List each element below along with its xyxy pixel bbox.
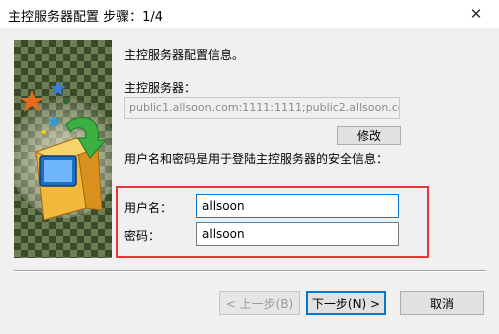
server-address-field: public1.allsoon.com:1111:1111;public2.al… bbox=[124, 97, 400, 119]
password-input[interactable] bbox=[196, 222, 399, 246]
page-heading: 主控服务器配置信息。 bbox=[124, 48, 245, 62]
credentials-description: 用户名和密码是用于登陆主控服务器的安全信息： bbox=[124, 152, 389, 166]
password-label: 密码： bbox=[124, 229, 161, 243]
username-label: 用户名： bbox=[124, 201, 173, 215]
cancel-button[interactable]: 取消 bbox=[400, 291, 484, 315]
close-icon: ✕ bbox=[469, 5, 483, 23]
server-label: 主控服务器： bbox=[124, 81, 197, 95]
title-bar: 主控服务器配置 步骤：1/4 ✕ bbox=[0, 0, 499, 28]
username-input[interactable] bbox=[196, 194, 399, 218]
footer-separator bbox=[14, 270, 486, 272]
wizard-banner-image bbox=[14, 40, 112, 258]
window-title: 主控服务器配置 步骤：1/4 bbox=[8, 10, 164, 25]
modify-button[interactable]: 修改 bbox=[337, 126, 401, 145]
next-button[interactable]: 下一步(N) > bbox=[306, 291, 386, 315]
wizard-dialog: 主控服务器配置 步骤：1/4 ✕ 主控服务器配置信息。 主控服务器： publi… bbox=[0, 0, 499, 334]
back-button[interactable]: < 上一步(B) bbox=[219, 291, 300, 315]
close-button[interactable]: ✕ bbox=[453, 0, 499, 28]
